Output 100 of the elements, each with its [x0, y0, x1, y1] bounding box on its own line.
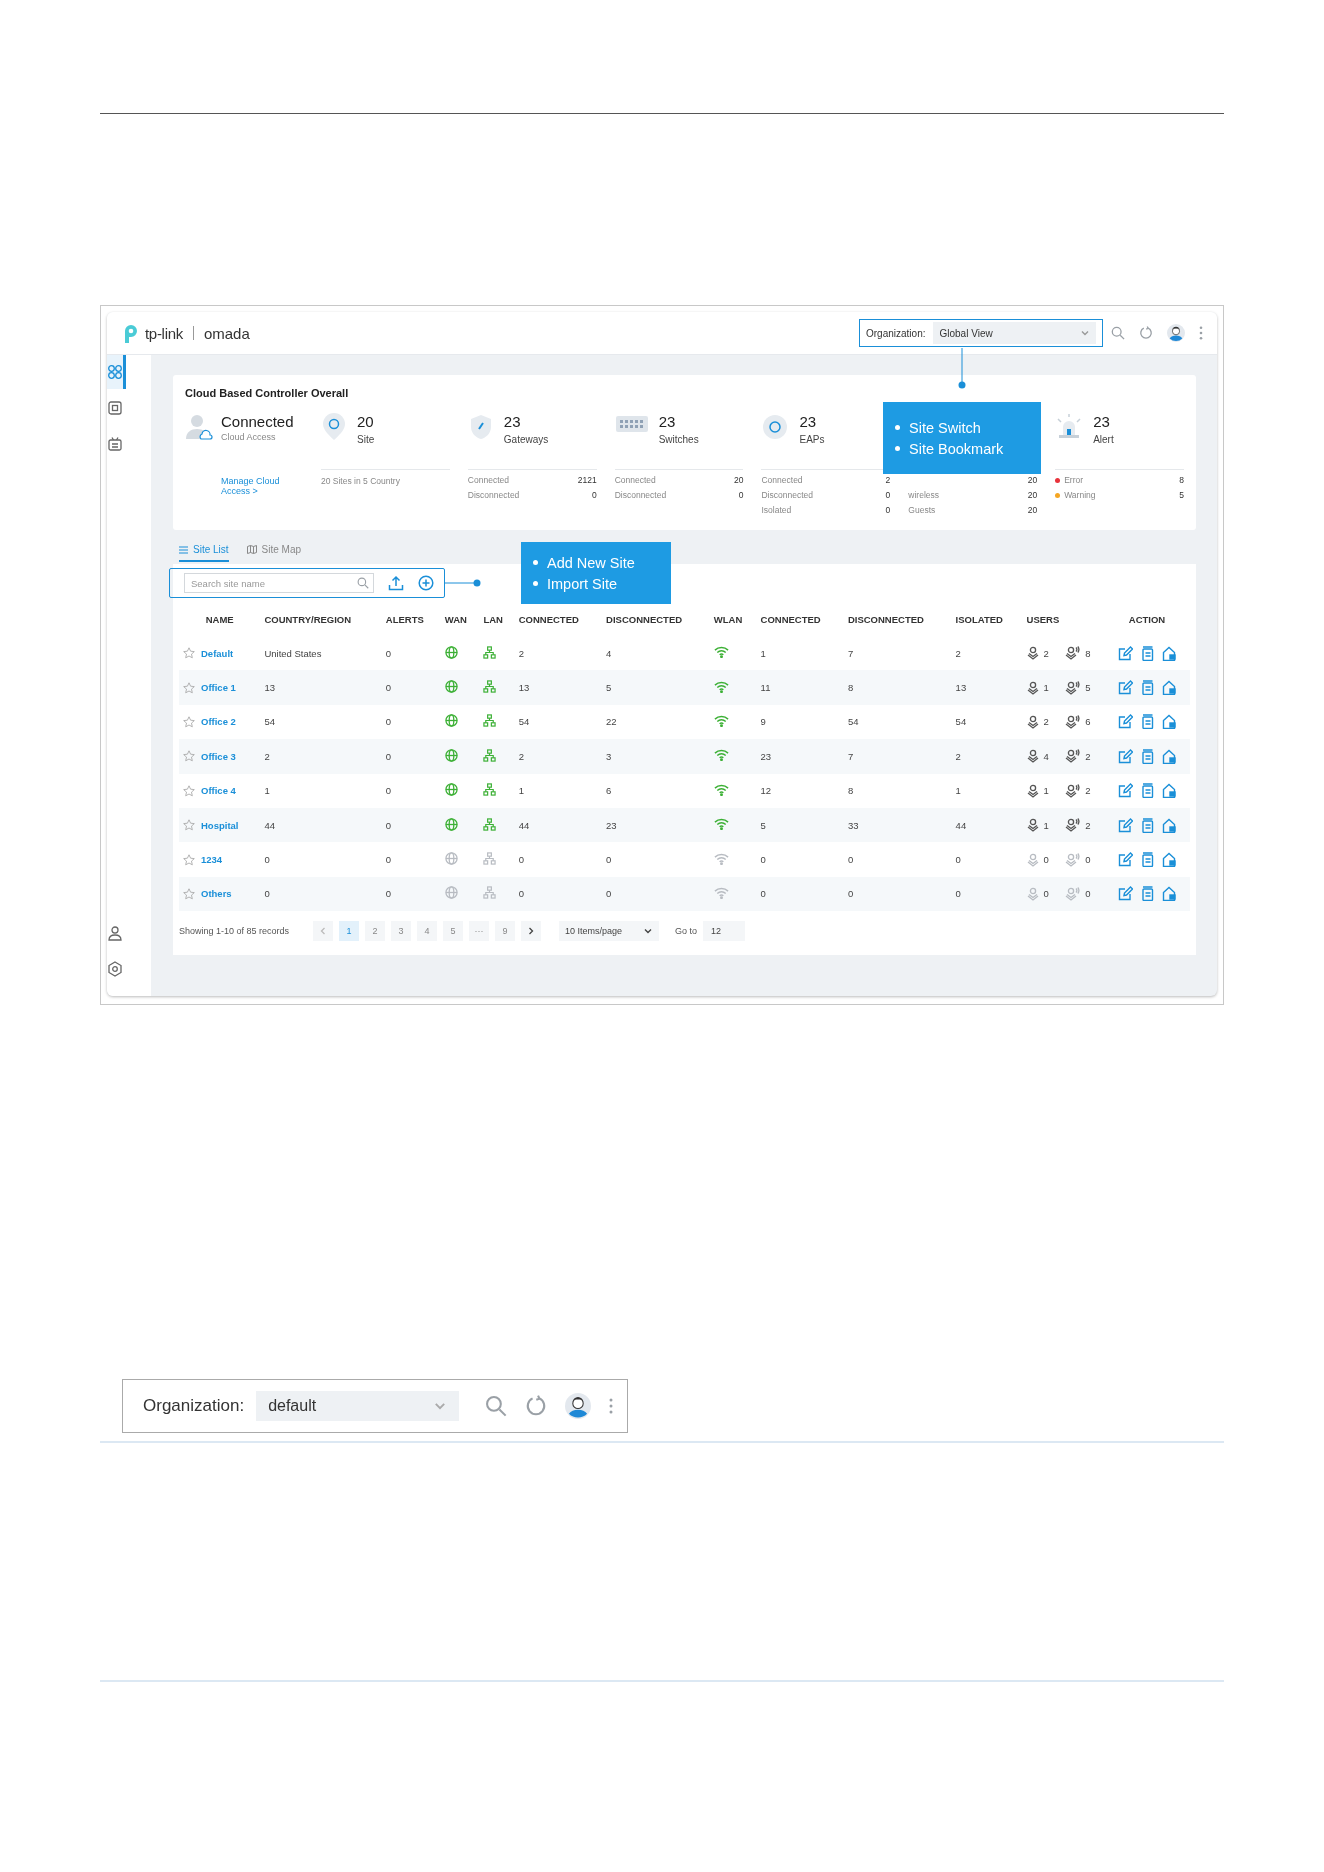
site-link[interactable]: Office 1 [201, 682, 236, 694]
star-icon[interactable] [183, 784, 195, 797]
site-link[interactable]: Office 2 [201, 716, 236, 728]
column-header: CONNECTED [517, 612, 580, 627]
star-icon[interactable] [183, 681, 195, 694]
table-cell: 1 [951, 773, 1023, 808]
stat-label: Connected [467, 475, 509, 485]
site-link[interactable]: Office 3 [201, 750, 236, 762]
edit-icon[interactable] [1117, 748, 1133, 764]
table-cell: 0 [843, 876, 952, 912]
home-icon[interactable] [1161, 645, 1177, 661]
table-cell: 0 [381, 842, 441, 877]
add-button[interactable] [418, 575, 434, 591]
edit-icon[interactable] [1117, 886, 1133, 902]
column-header: ISOLATED [954, 612, 1004, 627]
table-cell: 54 [843, 704, 952, 740]
table-cell: 2 [260, 739, 382, 774]
manage-cloud-link[interactable]: Manage Cloud Access > [221, 475, 291, 515]
star-icon[interactable] [183, 715, 195, 728]
site-link[interactable]: Default [201, 647, 234, 659]
import-button[interactable] [388, 575, 404, 591]
home-icon[interactable] [1161, 783, 1177, 799]
table-cell: 6 [602, 773, 710, 808]
edit-icon[interactable] [1117, 680, 1133, 696]
organization-label: Organization: [866, 327, 926, 339]
copy-icon[interactable] [1139, 783, 1155, 799]
page-button[interactable]: 3 [391, 921, 412, 942]
avatar-icon[interactable] [1167, 324, 1185, 342]
copy-icon[interactable] [1139, 645, 1155, 661]
star-icon[interactable] [183, 750, 195, 763]
search-icon[interactable] [357, 577, 369, 589]
site-link[interactable]: Hospital [201, 819, 239, 831]
user-icon [1026, 783, 1039, 798]
home-icon[interactable] [1161, 886, 1177, 902]
copy-icon[interactable] [1139, 714, 1155, 730]
home-icon[interactable] [1161, 852, 1177, 868]
organization-dropdown[interactable]: Global View [933, 322, 1096, 344]
refresh-icon[interactable] [525, 1395, 547, 1417]
site-link[interactable]: 1234 [201, 854, 223, 866]
page-button[interactable]: 9 [495, 921, 516, 942]
edit-icon[interactable] [1117, 714, 1133, 730]
copy-icon[interactable] [1139, 748, 1155, 764]
more-icon[interactable] [609, 1397, 613, 1415]
sidebar-item[interactable] [107, 355, 126, 389]
home-icon[interactable] [1161, 714, 1177, 730]
wifi-icon [713, 783, 729, 796]
network-icon [483, 852, 497, 866]
organization-dropdown[interactable]: default [256, 1391, 459, 1421]
previous-page-button[interactable] [313, 921, 334, 942]
search-field[interactable]: Search site name [184, 573, 374, 593]
star-icon[interactable] [183, 819, 195, 832]
edit-icon[interactable] [1117, 783, 1133, 799]
count: 23 [503, 413, 522, 430]
wifi-icon [713, 852, 729, 865]
goto-field[interactable]: 12 [703, 921, 746, 942]
copy-icon[interactable] [1139, 886, 1155, 902]
home-icon[interactable] [1161, 680, 1177, 696]
more-icon[interactable] [1199, 326, 1203, 340]
home-icon[interactable] [1161, 748, 1177, 764]
stat-value: 20 [1027, 490, 1038, 500]
settings-icon [107, 961, 123, 977]
avatar-icon[interactable] [565, 1393, 591, 1419]
search-icon[interactable] [485, 1395, 507, 1417]
tab[interactable]: Site Map [246, 542, 302, 562]
card-label: Site [357, 434, 375, 445]
page-size-dropdown[interactable]: 10 Items/page [559, 921, 660, 942]
copy-icon[interactable] [1139, 852, 1155, 868]
page-button[interactable]: 5 [443, 921, 464, 942]
count: 23 [1093, 413, 1111, 430]
copy-icon[interactable] [1139, 680, 1155, 696]
site-link[interactable]: Office 4 [201, 785, 236, 797]
copy-icon[interactable] [1139, 817, 1155, 833]
table-cell: 7 [843, 636, 952, 671]
edit-icon[interactable] [1117, 645, 1133, 661]
star-icon[interactable] [183, 647, 195, 660]
table-cell: 2 [951, 636, 1023, 671]
refresh-icon[interactable] [1139, 326, 1153, 340]
star-icon[interactable] [183, 853, 195, 866]
access-point-icon [761, 413, 790, 441]
column-header: LAN [482, 612, 504, 627]
table-cell: 9 [756, 704, 844, 740]
page-button[interactable]: ··· [469, 921, 490, 942]
tab[interactable]: Site List [179, 542, 229, 562]
count: 23 [658, 413, 677, 430]
globe-icon [444, 714, 458, 728]
next-page-button[interactable] [521, 921, 542, 942]
table-cell: 54 [514, 704, 603, 740]
stat-label: Disconnected [614, 490, 667, 500]
stat-value: 0 [885, 505, 891, 515]
stat-label: Error [1064, 475, 1084, 485]
star-icon[interactable] [183, 887, 195, 900]
edit-icon[interactable] [1117, 817, 1133, 833]
edit-icon[interactable] [1117, 852, 1133, 868]
search-icon[interactable] [1111, 326, 1125, 340]
page-button[interactable]: 4 [417, 921, 438, 942]
home-icon[interactable] [1161, 817, 1177, 833]
page-button[interactable]: 1 [339, 921, 360, 942]
table-cell: 0 [602, 842, 710, 877]
page-button[interactable]: 2 [365, 921, 386, 942]
site-link[interactable]: Others [201, 888, 232, 900]
